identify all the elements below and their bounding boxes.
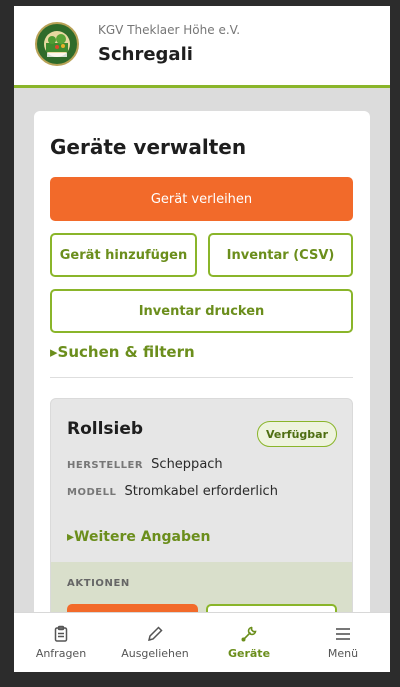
club-logo-icon (35, 22, 79, 66)
attr-key: MODELL (67, 487, 117, 498)
device-model: MODELL Stromkabel erforderlich (67, 484, 278, 499)
wrench-icon (241, 626, 257, 642)
search-filter-toggle[interactable]: ▸Suchen & filtern (50, 343, 195, 361)
actions-label: AKTIONEN (67, 578, 130, 589)
add-device-button[interactable]: Gerät hinzufügen (50, 233, 197, 277)
tab-label: Ausgeliehen (121, 647, 189, 660)
tab-ausgeliehen[interactable]: Ausgeliehen (108, 613, 202, 672)
tab-anfragen[interactable]: Anfragen (14, 613, 108, 672)
device-name: Rollsieb (67, 419, 144, 439)
club-name: KGV Theklaer Höhe e.V. (98, 23, 241, 37)
tab-geraete[interactable]: Geräte (202, 613, 296, 672)
tab-label: Anfragen (35, 647, 87, 660)
page-title: Geräte verwalten (50, 135, 247, 159)
lend-device-button[interactable]: Gerät verleihen (50, 177, 353, 221)
menu-icon (336, 628, 350, 640)
inventory-csv-button[interactable]: Inventar (CSV) (208, 233, 353, 277)
tab-label: Menü (327, 647, 359, 660)
manage-devices-card: Geräte verwalten Gerät verleihen Gerät h… (34, 111, 370, 638)
app-screen: KGV Theklaer Höhe e.V. Schregali Geräte … (14, 6, 390, 672)
main-content[interactable]: Geräte verwalten Gerät verleihen Gerät h… (14, 91, 390, 638)
more-details-toggle[interactable]: ▸Weitere Angaben (67, 529, 210, 545)
app-header: KGV Theklaer Höhe e.V. Schregali (14, 6, 390, 88)
app-title: Schregali (98, 44, 193, 65)
status-badge: Verfügbar (257, 421, 338, 447)
attr-value: Scheppach (151, 457, 223, 472)
clipboard-icon (54, 625, 68, 642)
attr-key: HERSTELLER (67, 460, 144, 471)
device-card: Rollsieb Verfügbar HERSTELLER Scheppach … (50, 398, 353, 638)
tab-menue[interactable]: Menü (296, 613, 390, 672)
attr-value: Stromkabel erforderlich (124, 484, 278, 499)
device-manufacturer: HERSTELLER Scheppach (67, 457, 223, 472)
pencil-icon (147, 626, 163, 642)
bottom-tab-bar: Anfragen Ausgeliehen Geräte Menü (14, 612, 390, 672)
divider (50, 377, 353, 378)
print-inventory-button[interactable]: Inventar drucken (50, 289, 353, 333)
tab-label: Geräte (227, 647, 271, 660)
